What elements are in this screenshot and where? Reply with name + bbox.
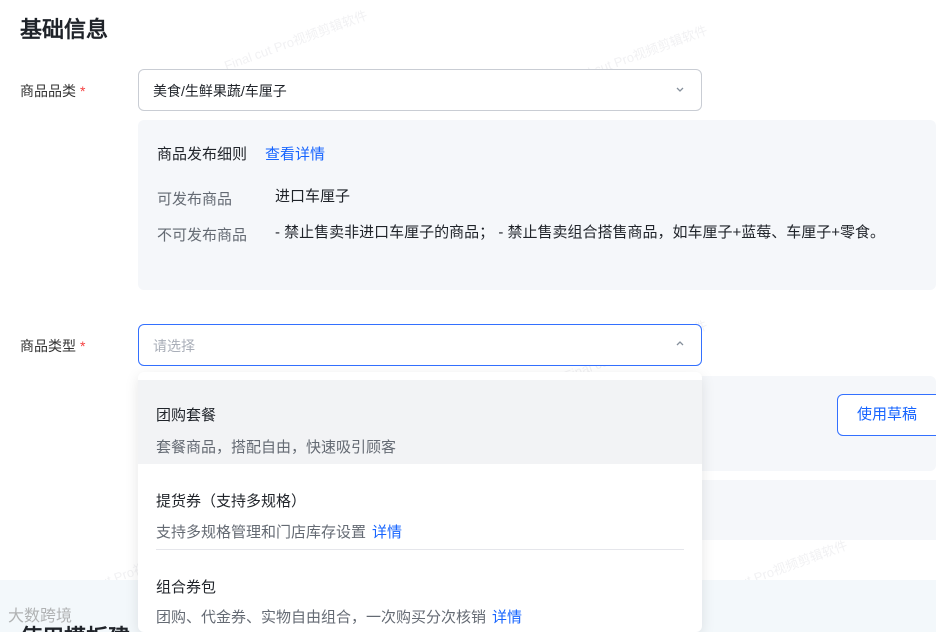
use-draft-button[interactable]: 使用草稿 (837, 394, 936, 436)
required-mark: * (80, 83, 86, 99)
watermark: Final cut Pro视频剪辑软件 (222, 7, 370, 74)
type-select[interactable]: 请选择 (138, 324, 702, 366)
option-title: 提货券（支持多规格） (156, 493, 307, 510)
type-dropdown-menu: 团购套餐 套餐商品，搭配自由，快速吸引顾客 提货券（支持多规格） 支持多规格管理… (138, 372, 702, 632)
forbidden-value: - 禁止售卖非进口车厘子的商品； - 禁止售卖组合搭售商品，如车厘子+蓝莓、车厘… (275, 224, 886, 241)
option-title: 团购套餐 (156, 407, 217, 424)
option-desc-text: 支持多规格管理和门店库存设置 (156, 524, 367, 541)
publish-rules-panel: 商品发布细则 查看详情 可发布商品 进口车厘子 不可发布商品 - 禁止售卖非进口… (138, 120, 936, 290)
option-detail-link[interactable]: 详情 (372, 524, 402, 541)
option-pickup-voucher[interactable]: 提货券（支持多规格） 支持多规格管理和门店库存设置 详情 (138, 464, 702, 550)
type-select-placeholder: 请选择 (153, 338, 195, 354)
option-desc: 支持多规格管理和门店库存设置 详情 (156, 521, 402, 542)
option-detail-link[interactable]: 详情 (492, 609, 522, 626)
option-title: 组合券包 (156, 579, 217, 596)
option-group-package[interactable]: 团购套餐 套餐商品，搭配自由，快速吸引顾客 (138, 380, 702, 464)
option-desc: 套餐商品，搭配自由，快速吸引顾客 (156, 439, 397, 456)
category-select-value: 美食/生鲜果蔬/车厘子 (153, 83, 287, 99)
rules-detail-link[interactable]: 查看详情 (265, 143, 325, 164)
required-mark: * (80, 338, 86, 354)
type-label-text: 商品类型 (20, 338, 76, 354)
chevron-up-icon (676, 341, 684, 346)
option-combo-coupon[interactable]: 组合券包 团购、代金券、实物自由组合，一次购买分次核销 详情 (138, 550, 702, 632)
section-title: 基础信息 (20, 17, 109, 42)
chevron-down-icon (676, 87, 684, 92)
category-select[interactable]: 美食/生鲜果蔬/车厘子 (138, 69, 702, 111)
type-label: 商品类型 * (20, 336, 85, 356)
option-desc-text: 团购、代金券、实物自由组合，一次购买分次核销 (156, 609, 487, 626)
rules-heading: 商品发布细则 (157, 146, 248, 163)
watermark-logo: 大数跨境 (8, 608, 73, 625)
option-desc: 团购、代金券、实物自由组合，一次购买分次核销 详情 (156, 606, 522, 627)
forbidden-label: 不可发布商品 (157, 227, 248, 244)
category-label: 商品品类 * (20, 81, 85, 101)
allowed-value: 进口车厘子 (275, 188, 351, 205)
allowed-label: 可发布商品 (157, 191, 233, 208)
category-label-text: 商品品类 (20, 83, 76, 99)
